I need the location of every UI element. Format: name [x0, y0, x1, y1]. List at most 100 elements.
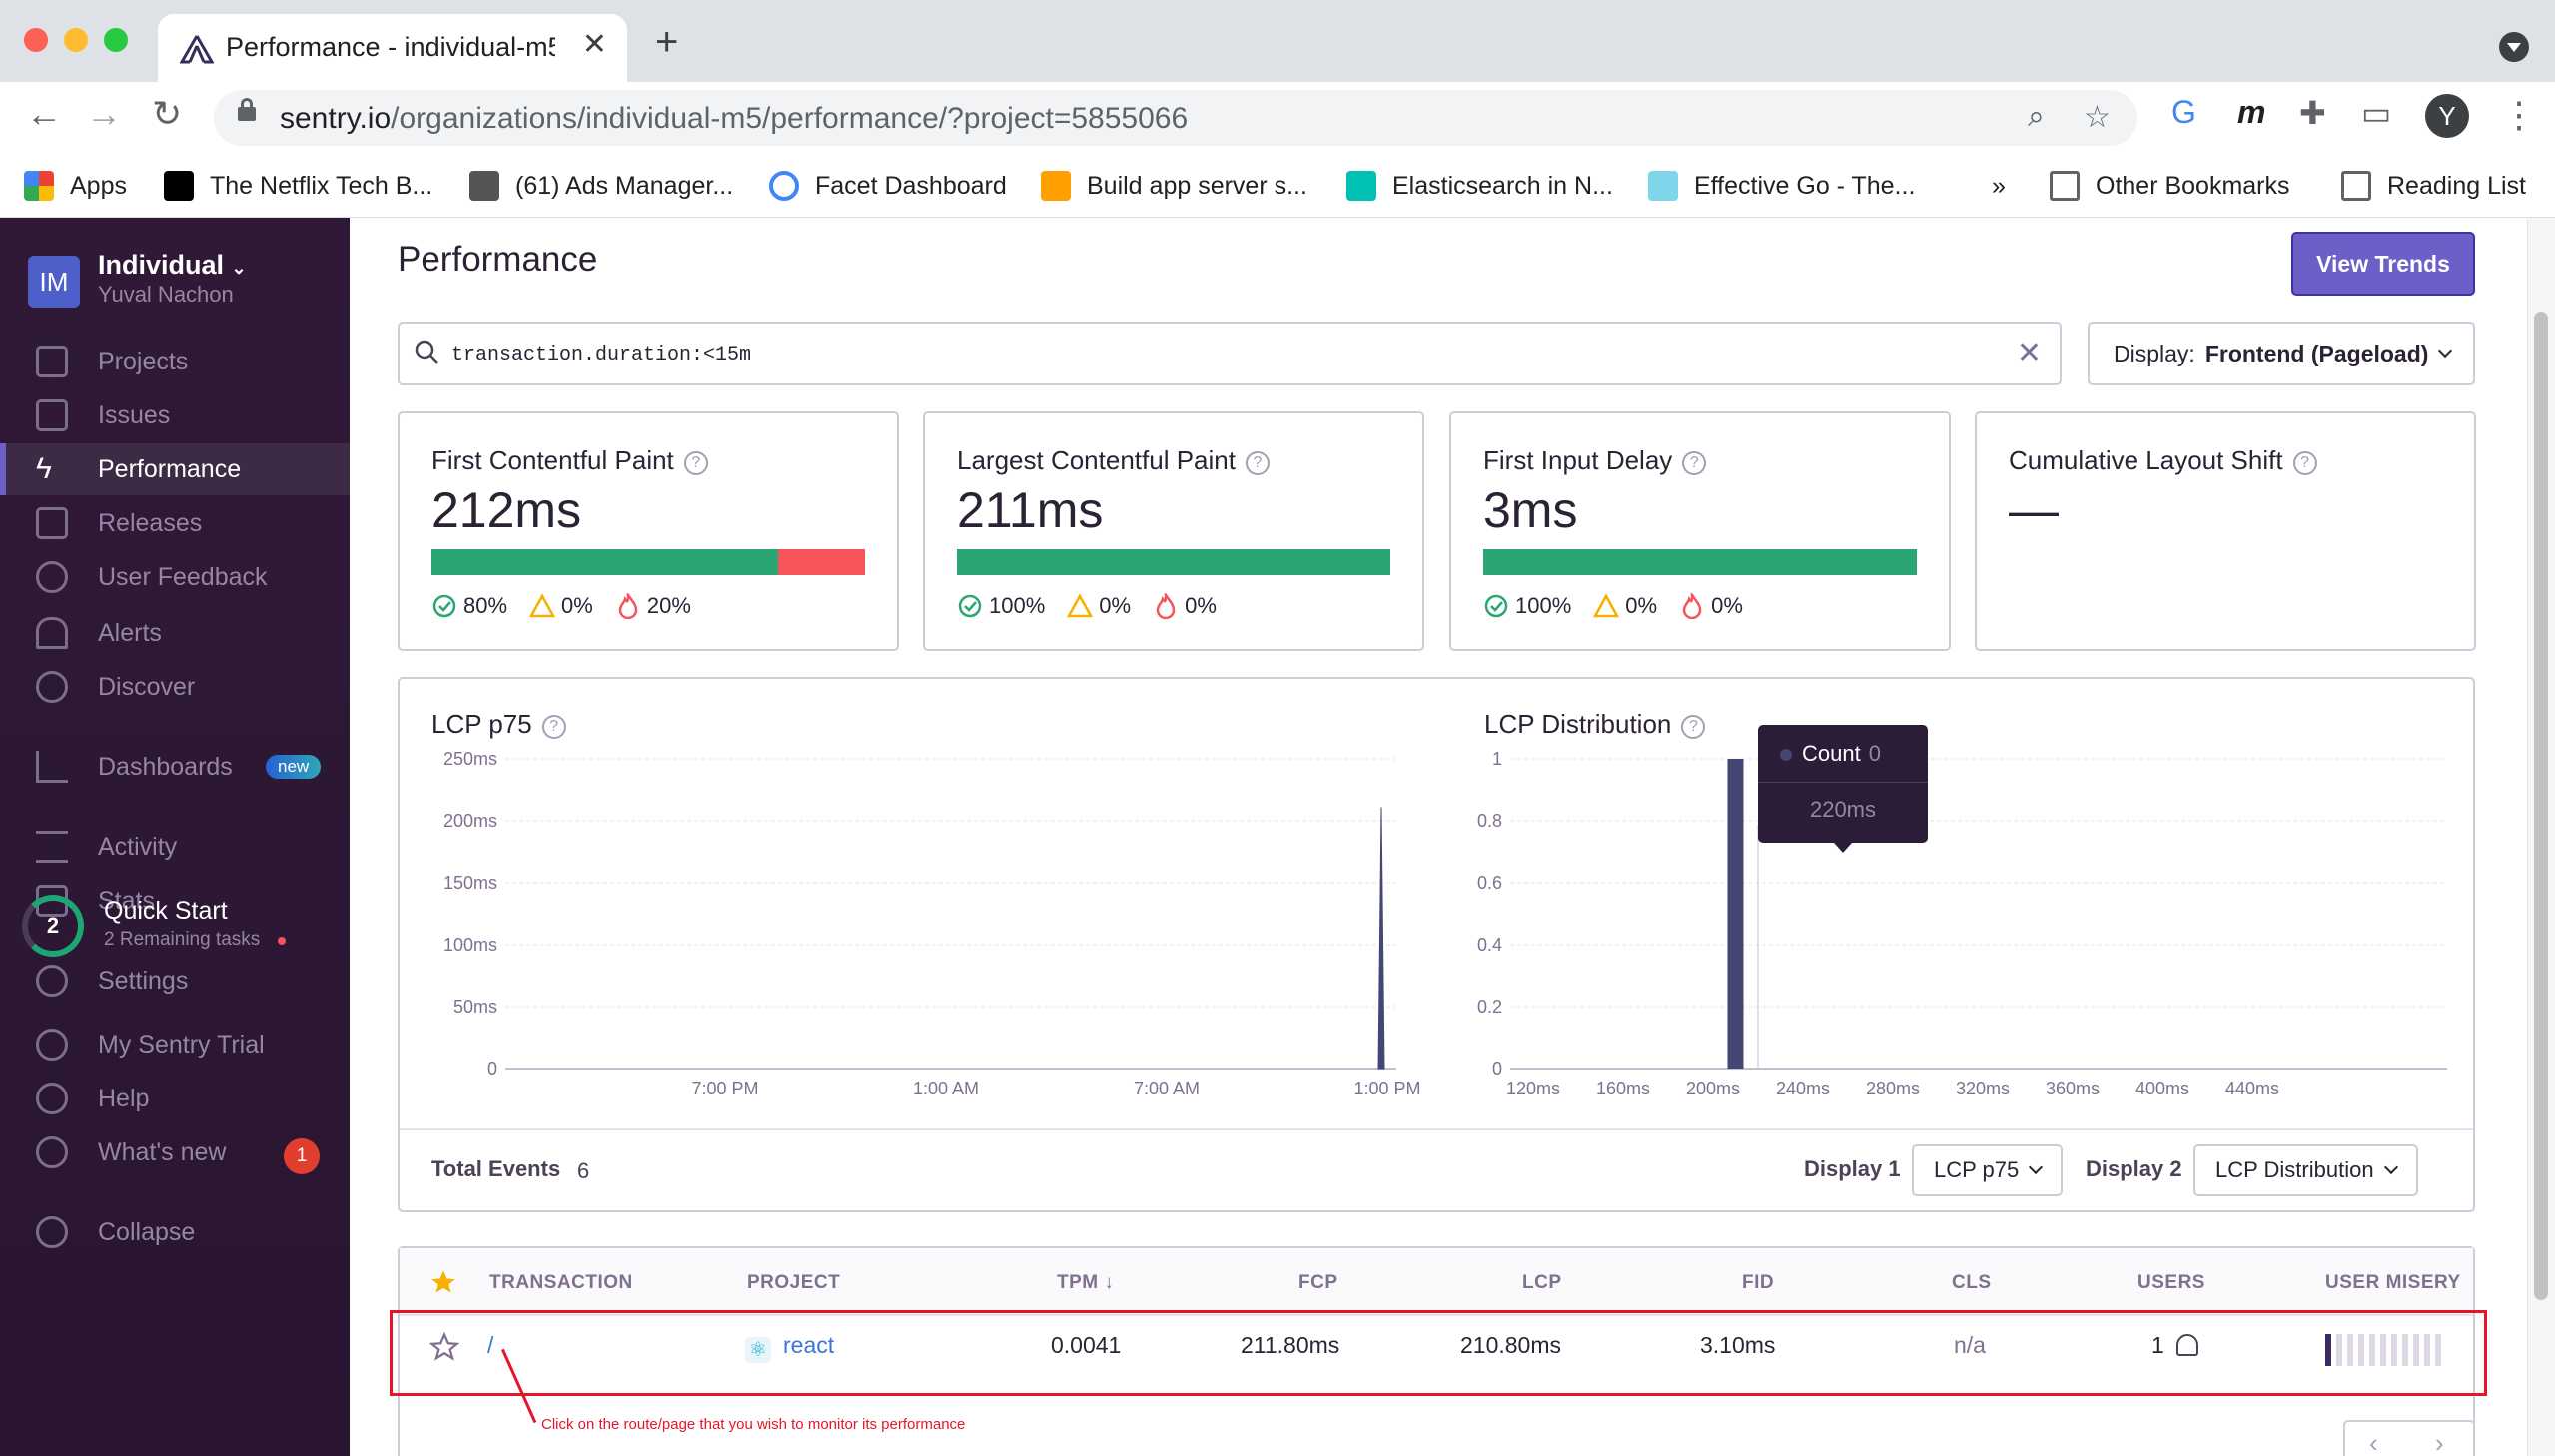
telescope-icon	[36, 671, 68, 703]
score-segment-poor	[778, 549, 865, 575]
momentum-extension-icon[interactable]: m	[2237, 94, 2265, 131]
chevron-down-icon	[2029, 1159, 2044, 1175]
bookmark-reading-list[interactable]: Reading List	[2341, 168, 2526, 204]
search-input[interactable]: transaction.duration:<15m ✕	[398, 322, 2062, 385]
more-bookmarks-icon[interactable]: »	[1992, 168, 2006, 204]
vital-title: First Input Delay	[1483, 445, 1673, 475]
check-circle-icon	[1484, 594, 1508, 618]
sidebar-item-dashboards[interactable]: Dashboards new	[0, 741, 350, 793]
score-segment-good	[1483, 549, 1917, 575]
minimize-window-button[interactable]	[64, 28, 88, 52]
clear-search-icon[interactable]: ✕	[2017, 336, 2042, 370]
profile-avatar[interactable]: Y	[2425, 94, 2469, 138]
maximize-window-button[interactable]	[104, 28, 128, 52]
bookmark-apps[interactable]: Apps	[24, 168, 127, 204]
siren-icon	[36, 617, 68, 649]
browser-tab[interactable]: Performance - individual-m5 - ✕	[158, 14, 627, 82]
vital-card-lcp[interactable]: Largest Contentful Paint? 211ms 100% 0% …	[923, 411, 1424, 651]
vital-title: Cumulative Layout Shift	[2009, 445, 2283, 475]
close-window-button[interactable]	[24, 28, 48, 52]
bookmark-build-app[interactable]: Build app server s...	[1041, 168, 1307, 204]
bookmark-elasticsearch[interactable]: Elasticsearch in N...	[1346, 168, 1613, 204]
vital-card-fid[interactable]: First Input Delay? 3ms 100% 0% 0%	[1449, 411, 1951, 651]
column-lcp[interactable]: LCP	[1522, 1272, 1562, 1294]
sidebar-item-collapse[interactable]: Collapse	[0, 1206, 350, 1258]
lcp-p75-chart[interactable]: 250ms 200ms 150ms 100ms 50ms 0 7:00 PM 1:00 AM 7…	[398, 739, 1440, 1118]
vital-card-cls[interactable]: Cumulative Layout Shift? —	[1975, 411, 2476, 651]
column-fid[interactable]: FID	[1742, 1272, 1774, 1294]
help-question-icon[interactable]: ?	[1245, 451, 1270, 475]
sidebar-item-discover[interactable]: Discover	[0, 661, 350, 713]
help-question-icon[interactable]: ?	[2292, 451, 2317, 475]
column-user-misery[interactable]: USER MISERY	[2325, 1272, 2461, 1294]
org-switcher[interactable]: Individual ⌄	[98, 250, 247, 281]
zoom-icon[interactable]: ⌕	[2028, 100, 2045, 134]
tab-search-icon[interactable]	[2499, 32, 2529, 62]
quick-start-title[interactable]: Quick Start	[104, 897, 228, 926]
vital-score-bar	[957, 549, 1390, 575]
sidebar-item-help[interactable]: Help	[0, 1073, 350, 1124]
tooltip-arrow	[1834, 843, 1852, 853]
column-transaction[interactable]: TRANSACTION	[489, 1272, 633, 1294]
bookmark-netflix[interactable]: The Netflix Tech B...	[164, 168, 432, 204]
x-tick-label: 1:00 PM	[1353, 1079, 1420, 1098]
chevron-left-icon[interactable]: ‹	[2369, 1428, 2378, 1456]
scrollbar-thumb[interactable]	[2534, 312, 2548, 1300]
vital-title: First Contentful Paint	[431, 445, 674, 475]
vital-title: Largest Contentful Paint	[957, 445, 1236, 475]
back-icon[interactable]: ←	[26, 96, 62, 132]
column-cls[interactable]: CLS	[1952, 1272, 1992, 1294]
sidebar-item-releases[interactable]: Releases	[0, 497, 350, 549]
help-question-icon[interactable]: ?	[1682, 451, 1707, 475]
sidebar-item-user-feedback[interactable]: User Feedback	[0, 551, 350, 603]
reload-icon[interactable]: ↻	[152, 96, 182, 132]
column-fcp[interactable]: FCP	[1298, 1272, 1338, 1294]
lcp-distribution-chart[interactable]: 1 0.8 0.6 0.4 0.2 0120ms 160ms 200ms 240ms 280ms 3…	[1450, 739, 2449, 1118]
broadcast-icon	[36, 1136, 68, 1168]
chevron-right-icon[interactable]: ›	[2435, 1428, 2444, 1456]
google-translate-icon[interactable]: G	[2171, 94, 2196, 131]
sidebar-item-whats-new[interactable]: What's new 1	[0, 1126, 350, 1178]
column-users[interactable]: USERS	[2137, 1272, 2205, 1294]
help-question-icon[interactable]: ?	[1681, 715, 1706, 739]
list-icon	[36, 831, 68, 863]
bookmark-facet-dashboard[interactable]: Facet Dashboard	[769, 168, 1007, 204]
sidebar-item-projects[interactable]: Projects	[0, 336, 350, 387]
medium-icon	[164, 171, 194, 201]
vital-card-fcp[interactable]: First Contentful Paint? 212ms 80% 0% 20%	[398, 411, 899, 651]
close-tab-icon[interactable]: ✕	[582, 30, 607, 60]
display-dropdown[interactable]: Display: Frontend (Pageload)	[2088, 322, 2475, 385]
sidebar-item-my-sentry-trial[interactable]: My Sentry Trial	[0, 1019, 350, 1071]
warning-icon	[1067, 593, 1094, 618]
bookmark-ads-manager[interactable]: (61) Ads Manager...	[469, 168, 733, 204]
view-trends-button[interactable]: View Trends	[2291, 232, 2475, 296]
releases-icon	[36, 507, 68, 539]
help-question-icon[interactable]: ?	[683, 451, 708, 475]
column-tpm[interactable]: TPM ↓	[1057, 1272, 1114, 1294]
star-filled-icon[interactable]	[429, 1268, 457, 1296]
cast-icon[interactable]: ▭	[2361, 94, 2391, 132]
fire-icon	[1156, 593, 1176, 619]
sidebar-item-settings[interactable]: Settings	[0, 955, 350, 1007]
display1-dropdown[interactable]: LCP p75	[1912, 1144, 2064, 1196]
sidebar-item-performance[interactable]: ϟ Performance	[0, 443, 350, 495]
extensions-puzzle-icon[interactable]: ✚	[2299, 94, 2326, 132]
help-question-icon[interactable]: ?	[541, 715, 566, 739]
y-tick-label: 1	[1492, 749, 1502, 769]
browser-menu-icon[interactable]: ⋮	[2501, 94, 2537, 136]
forward-icon[interactable]: →	[86, 96, 122, 132]
search-query[interactable]: transaction.duration:<15m	[451, 344, 751, 366]
display2-dropdown[interactable]: LCP Distribution	[2193, 1144, 2418, 1196]
bookmark-star-icon[interactable]: ☆	[2084, 100, 2111, 135]
org-avatar[interactable]: IM	[28, 256, 80, 308]
pagination[interactable]: ‹ ›	[2343, 1420, 2475, 1456]
x-tick-label: 1:00 AM	[913, 1079, 979, 1098]
sidebar-item-alerts[interactable]: Alerts	[0, 607, 350, 659]
bookmark-effective-go[interactable]: Effective Go - The...	[1648, 168, 1915, 204]
sidebar-item-issues[interactable]: Issues	[0, 389, 350, 441]
address-bar[interactable]: sentry.io/organizations/individual-m5/pe…	[214, 90, 2137, 146]
bookmark-other-bookmarks[interactable]: Other Bookmarks	[2050, 168, 2290, 204]
column-project[interactable]: PROJECT	[747, 1272, 840, 1294]
sidebar-item-activity[interactable]: Activity	[0, 821, 350, 873]
new-tab-icon[interactable]: +	[655, 22, 678, 62]
